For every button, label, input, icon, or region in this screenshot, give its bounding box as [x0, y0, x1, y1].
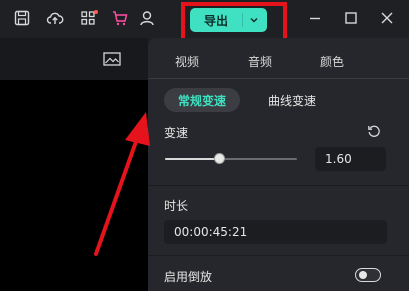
close-icon[interactable] [378, 9, 396, 27]
save-icon[interactable] [13, 9, 31, 27]
speed-slider[interactable] [165, 158, 297, 160]
speed-label: 变速 [164, 126, 189, 140]
tab-color[interactable]: 颜色 [320, 53, 344, 70]
export-divider [242, 13, 243, 27]
notification-dot [94, 10, 98, 14]
reverse-toggle-knob [359, 271, 367, 279]
speed-mode-switch: 常规变速 曲线变速 [164, 88, 332, 112]
export-button[interactable]: 导出 [190, 8, 267, 32]
tab-curve-speed[interactable]: 曲线变速 [252, 88, 332, 112]
tab-divider [148, 78, 409, 79]
preview-toolbar [0, 38, 148, 80]
duration-label: 时长 [164, 199, 189, 213]
maximize-icon[interactable] [342, 9, 360, 27]
cart-icon[interactable] [111, 9, 129, 27]
user-icon[interactable] [138, 9, 156, 27]
chevron-down-icon[interactable] [248, 14, 260, 26]
tab-video[interactable]: 视频 [175, 53, 199, 70]
cloud-upload-icon[interactable] [46, 9, 64, 27]
speed-slider-handle[interactable] [213, 153, 225, 164]
section-divider [148, 255, 409, 256]
reverse-toggle[interactable] [355, 268, 381, 282]
speed-slider-fill [165, 158, 220, 160]
speed-value-field[interactable]: 1.60 [315, 147, 386, 171]
section-divider [148, 185, 409, 186]
reverse-label: 启用倒放 [164, 270, 213, 284]
tab-uniform-speed[interactable]: 常规变速 [164, 88, 240, 112]
minimize-icon[interactable] [306, 9, 324, 27]
duration-field[interactable]: 00:00:45:21 [164, 220, 387, 244]
reset-icon[interactable] [367, 124, 381, 138]
image-icon[interactable] [103, 52, 121, 66]
export-button-label: 导出 [203, 13, 228, 28]
tab-audio[interactable]: 音频 [248, 53, 272, 70]
